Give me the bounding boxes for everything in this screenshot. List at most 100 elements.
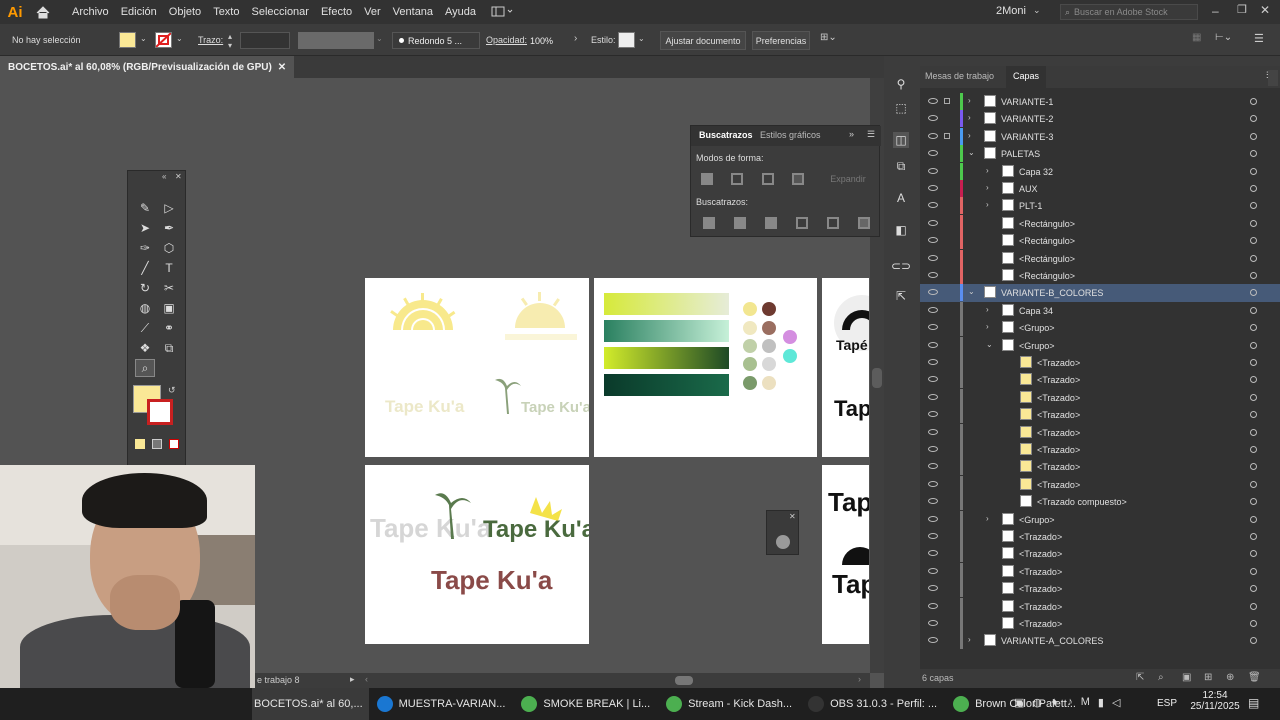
curvature-tool-icon[interactable]: ✑ bbox=[137, 240, 153, 256]
layer-row[interactable]: <Rectángulo> bbox=[920, 232, 1280, 250]
paintbrush-tool-icon[interactable]: ╱ bbox=[137, 260, 153, 276]
layer-row[interactable]: › VARIANTE-A_COLORES bbox=[920, 632, 1280, 650]
menu-8[interactable]: Ayuda bbox=[439, 6, 482, 18]
battery-icon[interactable]: ▮ bbox=[1098, 696, 1104, 709]
visibility-eye-icon[interactable] bbox=[928, 132, 938, 139]
expand-chevron-icon[interactable]: › bbox=[986, 183, 989, 192]
collapse-icon[interactable]: « bbox=[162, 172, 166, 181]
adjust-document-button[interactable]: Ajustar documento bbox=[660, 31, 746, 50]
target-circle-icon[interactable] bbox=[1250, 237, 1257, 245]
minus-front-icon[interactable] bbox=[731, 173, 743, 185]
layer-row[interactable]: › VARIANTE-1 bbox=[920, 93, 1280, 110]
visibility-eye-icon[interactable] bbox=[928, 306, 938, 313]
layer-row[interactable]: › VARIANTE-3 bbox=[920, 127, 1280, 145]
stock-search-field[interactable]: ⌕ Buscar en Adobe Stock bbox=[1060, 4, 1198, 20]
divide-icon[interactable] bbox=[703, 217, 715, 229]
artboards-icon[interactable]: ⧉ bbox=[893, 158, 909, 174]
tray-icons[interactable]: ▣ ◍ ✦ ♪ M ▮ ◁ bbox=[1014, 696, 1120, 709]
unite-icon[interactable] bbox=[701, 173, 713, 185]
new-sublayer-icon[interactable]: ⊞ bbox=[1204, 672, 1212, 683]
layer-name[interactable]: <Trazado> bbox=[1019, 532, 1062, 542]
layer-name[interactable]: <Trazado> bbox=[1037, 445, 1080, 455]
layer-row[interactable]: › <Grupo> bbox=[920, 319, 1280, 337]
document-tab[interactable]: BOCETOS.ai* al 60,08% (RGB/Previsualizac… bbox=[0, 56, 295, 78]
target-circle-icon[interactable] bbox=[1250, 585, 1257, 593]
intersect-icon[interactable] bbox=[762, 173, 774, 185]
visibility-eye-icon[interactable] bbox=[928, 272, 938, 278]
minimize-button[interactable]: – bbox=[1212, 4, 1219, 18]
visibility-eye-icon[interactable] bbox=[928, 498, 938, 505]
layer-name[interactable]: AUX bbox=[1019, 184, 1038, 194]
visibility-eye-icon[interactable] bbox=[928, 359, 938, 365]
brush-definition[interactable]: Redondo 5 ... bbox=[392, 32, 480, 49]
rotate-tool-icon[interactable]: ↻ bbox=[137, 280, 153, 296]
tray-icon[interactable]: ◍ bbox=[1032, 696, 1042, 709]
layer-name[interactable]: VARIANTE-2 bbox=[1001, 114, 1053, 124]
layer-row[interactable]: <Trazado> bbox=[920, 388, 1280, 406]
target-circle-icon[interactable] bbox=[1250, 620, 1257, 627]
visibility-eye-icon[interactable] bbox=[928, 446, 938, 452]
layer-row[interactable]: › Capa 32 bbox=[920, 162, 1280, 180]
layer-row[interactable]: <Trazado> bbox=[920, 545, 1280, 563]
menu-6[interactable]: Ver bbox=[358, 6, 387, 18]
artboard-4[interactable]: Tape Ku'a Tape Ku'a Tape Ku'a bbox=[365, 465, 596, 644]
layer-name[interactable]: <Trazado> bbox=[1019, 602, 1062, 612]
layers-scrollbar[interactable] bbox=[1268, 70, 1278, 86]
target-circle-icon[interactable] bbox=[1250, 98, 1257, 105]
layer-name[interactable]: Capa 34 bbox=[1019, 306, 1053, 316]
layer-row[interactable]: <Trazado> bbox=[920, 406, 1280, 424]
layer-name[interactable]: <Rectángulo> bbox=[1019, 271, 1075, 281]
expand-chevron-icon[interactable]: › bbox=[986, 200, 989, 209]
visibility-eye-icon[interactable] bbox=[928, 620, 938, 626]
visibility-eye-icon[interactable] bbox=[928, 167, 938, 174]
pen-tool-icon[interactable]: ✒ bbox=[161, 220, 177, 236]
artboard-palette[interactable] bbox=[594, 278, 817, 457]
preferences-button[interactable]: Preferencias bbox=[752, 31, 810, 50]
warp-tool-icon[interactable]: ◍ bbox=[137, 300, 153, 316]
target-circle-icon[interactable] bbox=[1250, 219, 1257, 227]
layer-name[interactable]: <Grupo> bbox=[1019, 341, 1055, 351]
visibility-eye-icon[interactable] bbox=[928, 393, 938, 400]
layer-name[interactable]: <Trazado> bbox=[1019, 619, 1062, 629]
visibility-eye-icon[interactable] bbox=[928, 115, 938, 122]
lock-icon[interactable] bbox=[944, 98, 950, 104]
tray-icon[interactable]: ▣ bbox=[1014, 696, 1024, 709]
distribute-icon[interactable]: ⊢⌄ bbox=[1215, 32, 1232, 43]
type-tool-icon[interactable]: T bbox=[161, 260, 177, 276]
style-swatch[interactable] bbox=[618, 32, 635, 48]
symbol-sprayer-icon[interactable]: ❖ bbox=[137, 340, 153, 356]
properties-icon[interactable]: ⚲ bbox=[893, 76, 909, 92]
stroke-weight-input[interactable] bbox=[240, 32, 290, 49]
gradient-tool-icon[interactable]: ▣ bbox=[161, 300, 177, 316]
visibility-eye-icon[interactable] bbox=[928, 202, 938, 209]
tab-pathfinder[interactable]: Buscatrazos bbox=[699, 130, 753, 140]
trim-icon[interactable] bbox=[734, 217, 746, 229]
layer-row[interactable]: <Trazado> bbox=[920, 597, 1280, 615]
visibility-eye-icon[interactable] bbox=[928, 324, 938, 331]
visibility-eye-icon[interactable] bbox=[928, 515, 938, 522]
taskbar-item[interactable]: OBS 31.0.3 - Perfil: ... bbox=[800, 688, 945, 720]
close-window-button[interactable]: ✕ bbox=[1260, 3, 1270, 17]
notifications-icon[interactable]: ▤ bbox=[1248, 696, 1259, 710]
target-circle-icon[interactable] bbox=[1250, 359, 1257, 366]
layer-row[interactable]: <Trazado> bbox=[920, 528, 1280, 545]
visibility-eye-icon[interactable] bbox=[928, 185, 938, 191]
direct-selection-icon[interactable]: ▷ bbox=[161, 200, 177, 216]
target-circle-icon[interactable] bbox=[1250, 376, 1257, 384]
taskbar-item[interactable]: Stream - Kick Dash... bbox=[658, 688, 800, 720]
opacity-input[interactable]: 100% bbox=[530, 32, 572, 49]
stroke-color-swatch[interactable] bbox=[147, 399, 173, 425]
layer-name[interactable]: VARIANTE-3 bbox=[1001, 132, 1053, 142]
target-circle-icon[interactable] bbox=[1250, 550, 1257, 558]
visibility-eye-icon[interactable] bbox=[928, 219, 938, 226]
layer-row[interactable]: ⌄ PALETAS bbox=[920, 145, 1280, 163]
character-icon[interactable]: A bbox=[893, 190, 909, 206]
outline-icon[interactable] bbox=[827, 217, 839, 229]
visibility-eye-icon[interactable] bbox=[928, 463, 938, 470]
layer-row[interactable]: <Trazado> bbox=[920, 441, 1280, 458]
layer-name[interactable]: <Trazado> bbox=[1037, 393, 1080, 403]
layer-row[interactable]: <Trazado> bbox=[920, 580, 1280, 598]
target-circle-icon[interactable] bbox=[1250, 480, 1257, 488]
taskbar-item[interactable]: MUESTRA-VARIAN... bbox=[369, 688, 514, 720]
visibility-eye-icon[interactable] bbox=[928, 585, 938, 592]
